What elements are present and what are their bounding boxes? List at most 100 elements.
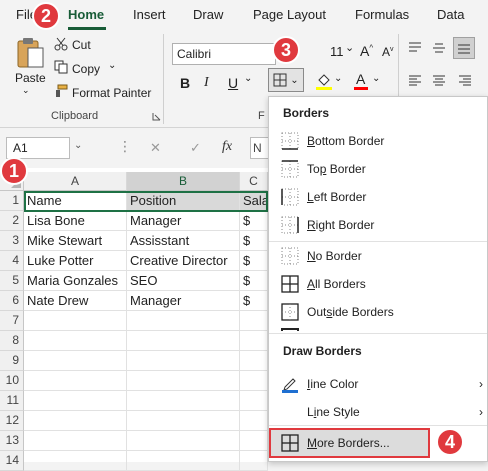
menu-item-bottom-border[interactable]: Bottom Border [269,127,487,155]
borders-button[interactable]: ⌄ [268,68,304,92]
cell[interactable]: Luke Potter [24,251,127,271]
tab-page-layout[interactable]: Page Layout [253,7,326,22]
cell[interactable] [240,371,268,391]
cell[interactable] [240,451,268,471]
name-box[interactable]: A1 [6,137,70,159]
paste-dropdown-chevron[interactable]: ⌄ [22,85,30,96]
tab-home[interactable]: Home [68,7,104,22]
cell[interactable]: Mike Stewart [24,231,127,251]
paste-label[interactable]: Paste [15,71,46,85]
cell[interactable] [24,331,127,351]
confirm-entry-button[interactable]: ✓ [190,140,201,156]
row-header[interactable]: 7 [0,311,24,331]
cell[interactable] [240,411,268,431]
cancel-entry-button[interactable]: ✕ [150,140,161,156]
align-top-icon[interactable] [408,42,422,54]
name-box-chevron[interactable]: ⌄ [74,140,82,151]
font-name-box[interactable]: Calibri [172,43,276,65]
cell[interactable] [24,431,127,451]
font-size-value[interactable]: 11 [330,44,344,59]
column-header-a[interactable]: A [24,172,127,191]
fill-color-chevron[interactable]: ⌄ [334,73,342,84]
align-left-icon[interactable] [408,75,422,87]
cell[interactable] [24,391,127,411]
increase-font-size-icon[interactable]: A^ [360,43,373,59]
insert-function-button[interactable]: fx [222,139,232,155]
column-header-b[interactable]: B [127,172,240,191]
column-header-c[interactable]: C [240,172,268,191]
tab-insert[interactable]: Insert [133,7,166,22]
cell[interactable] [240,391,268,411]
row-header[interactable]: 8 [0,331,24,351]
cell[interactable] [240,351,268,371]
decrease-font-size-icon[interactable]: Av [382,45,394,59]
align-right-icon[interactable] [458,75,472,87]
menu-item-more-borders[interactable]: More Borders... [269,428,430,458]
cell[interactable] [127,311,240,331]
fill-color-icon[interactable] [316,72,332,90]
dialog-launcher-icon[interactable] [152,112,161,121]
align-center-icon[interactable] [432,75,446,87]
cell[interactable]: SEO [127,271,240,291]
cell[interactable] [127,411,240,431]
cell[interactable] [127,451,240,471]
cell[interactable] [127,351,240,371]
paste-button[interactable] [12,36,48,70]
copy-dropdown-chevron[interactable]: ⌄ [108,60,116,71]
cell[interactable]: Maria Gonzales [24,271,127,291]
cell[interactable] [240,331,268,351]
row-header[interactable]: 9 [0,351,24,371]
cell[interactable]: Manager [127,291,240,311]
cell[interactable]: $ [240,271,268,291]
tab-draw[interactable]: Draw [193,7,223,22]
cut-button[interactable]: Cut [72,38,91,52]
menu-item-right-border[interactable]: Right Border [269,211,487,239]
cell[interactable] [24,351,127,371]
cell[interactable]: $ [240,231,268,251]
cell[interactable] [24,411,127,431]
menu-item-all-borders[interactable]: All Borders [269,270,487,298]
bold-button[interactable]: B [180,75,190,91]
cell[interactable]: $ [240,291,268,311]
row-header[interactable]: 10 [0,371,24,391]
italic-button[interactable]: I [204,75,209,91]
cell[interactable]: $ [240,211,268,231]
formula-options-icon[interactable]: ⋮ [118,138,132,155]
cell[interactable]: Lisa Bone [24,211,127,231]
cell[interactable] [24,451,127,471]
cell[interactable]: Position [127,191,240,211]
cell[interactable] [240,311,268,331]
row-header[interactable]: 14 [0,451,24,471]
row-header[interactable]: 6 [0,291,24,311]
menu-item-top-border[interactable]: Top Border [269,155,487,183]
font-color-chevron[interactable]: ⌄ [372,73,380,84]
cell[interactable] [24,371,127,391]
cell[interactable] [127,431,240,451]
cell[interactable]: Sala [240,191,268,211]
row-header[interactable]: 4 [0,251,24,271]
menu-item-outside-borders[interactable]: Outside Borders [269,298,487,326]
formula-input[interactable]: N [250,137,268,159]
row-header[interactable]: 1 [0,191,24,211]
font-color-icon[interactable]: A [356,71,365,87]
cell[interactable]: Assisstant [127,231,240,251]
align-middle-icon[interactable] [432,42,446,54]
menu-item-no-border[interactable]: No Border [269,242,487,270]
menu-item-left-border[interactable]: Left Border [269,183,487,211]
align-bottom-button[interactable] [453,37,475,59]
cell[interactable]: Manager [127,211,240,231]
underline-chevron[interactable]: ⌄ [244,73,252,84]
font-size-chevron[interactable]: ⌄ [345,41,354,54]
cell[interactable]: Name [24,191,127,211]
cell[interactable]: Nate Drew [24,291,127,311]
format-painter-button[interactable]: Format Painter [72,86,151,100]
row-header[interactable]: 12 [0,411,24,431]
tab-data[interactable]: Data [437,7,464,22]
menu-item-line-style[interactable]: Line Style › [269,398,487,426]
menu-item-line-color[interactable]: Iine Color › [269,370,487,398]
underline-button[interactable]: U [228,75,238,91]
cell[interactable] [127,391,240,411]
cell[interactable] [127,371,240,391]
cell[interactable]: Creative Director [127,251,240,271]
row-header[interactable]: 2 [0,211,24,231]
